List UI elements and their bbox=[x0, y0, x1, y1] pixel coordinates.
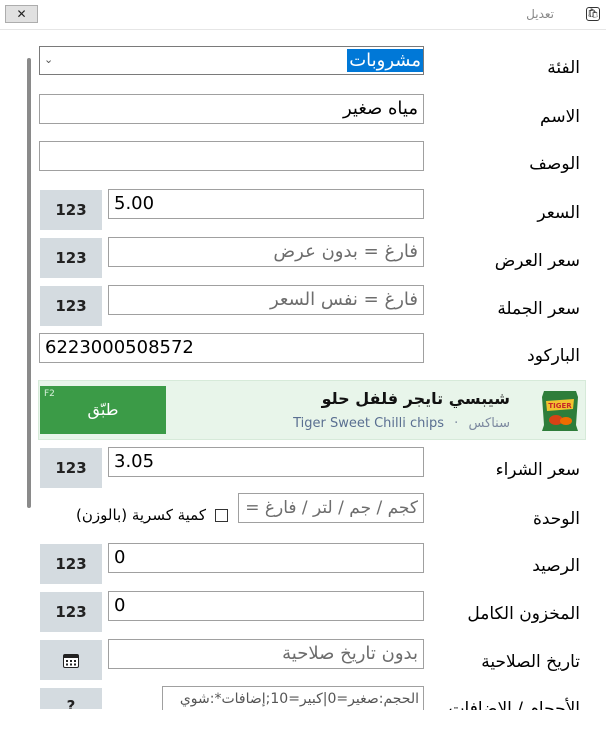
name-input[interactable]: مياه صغير bbox=[39, 94, 424, 124]
scrollbar-thumb[interactable] bbox=[27, 58, 31, 508]
price-input[interactable]: 5.00 bbox=[108, 189, 424, 219]
unit-label: الوحدة bbox=[532, 509, 580, 529]
category-label: الفئة bbox=[547, 58, 580, 78]
full-stock-label: المخزون الكامل bbox=[467, 604, 580, 624]
balance-label: الرصيد bbox=[532, 556, 580, 576]
wholesale-price-input[interactable]: فارغ = نفس السعر bbox=[108, 285, 424, 315]
product-brand-text: TIGER bbox=[548, 402, 572, 410]
barcode-label: الباركود bbox=[527, 346, 580, 366]
suggested-product-name-en: Tiger Sweet Chilli chips bbox=[293, 416, 445, 431]
suggested-product-category: سناكس bbox=[468, 416, 510, 431]
close-button[interactable]: ✕ bbox=[5, 5, 38, 23]
price-numpad-button[interactable]: 123 bbox=[40, 190, 102, 230]
unit-input[interactable]: كجم / جم / لتر / فارغ = bbox=[238, 493, 424, 523]
description-label: الوصف bbox=[529, 154, 580, 174]
product-image: TIGER bbox=[536, 387, 584, 435]
suggested-product-details: سناكس · Tiger Sweet Chilli chips bbox=[293, 416, 510, 431]
apply-suggestion-button[interactable]: طبّق bbox=[40, 386, 166, 434]
expiry-input[interactable]: بدون تاريخ صلاحية bbox=[108, 639, 424, 669]
balance-numpad-button[interactable]: 123 bbox=[40, 544, 102, 584]
fractional-quantity-checkbox[interactable] bbox=[215, 509, 228, 522]
bag-icon: 🛍 bbox=[586, 7, 600, 21]
chevron-down-icon[interactable]: ⌄ bbox=[44, 53, 53, 66]
balance-input[interactable]: 0 bbox=[108, 543, 424, 573]
fractional-quantity-label: كمية كسرية (بالوزن) bbox=[76, 506, 206, 524]
window-title: تعديل bbox=[526, 7, 554, 21]
offer-price-input[interactable]: فارغ = بدون عرض bbox=[108, 237, 424, 267]
options-help-button[interactable]: ? bbox=[40, 688, 102, 709]
shortcut-badge: F2 bbox=[44, 389, 55, 399]
offer-price-label: سعر العرض bbox=[494, 251, 580, 271]
wholesale-price-label: سعر الجملة bbox=[497, 299, 580, 319]
expiry-label: تاريخ الصلاحية bbox=[481, 652, 580, 672]
wholesale-price-numpad-button[interactable]: 123 bbox=[40, 286, 102, 326]
name-label: الاسم bbox=[540, 107, 580, 127]
expiry-calendar-button[interactable] bbox=[40, 640, 102, 680]
description-input[interactable] bbox=[39, 141, 424, 171]
barcode-input[interactable]: 6223000508572 bbox=[39, 333, 424, 363]
price-label: السعر bbox=[537, 203, 580, 223]
full-stock-numpad-button[interactable]: 123 bbox=[40, 592, 102, 632]
full-stock-input[interactable]: 0 bbox=[108, 591, 424, 621]
purchase-price-label: سعر الشراء bbox=[495, 460, 580, 480]
purchase-price-numpad-button[interactable]: 123 bbox=[40, 448, 102, 488]
offer-price-numpad-button[interactable]: 123 bbox=[40, 238, 102, 278]
separator: · bbox=[454, 416, 459, 431]
calendar-icon bbox=[63, 653, 79, 668]
title-bar bbox=[0, 0, 606, 30]
category-selected-value[interactable]: مشروبات bbox=[347, 49, 423, 72]
suggested-product-name: شيبسي تايجر فلفل حلو bbox=[321, 389, 510, 408]
viewport-bottom-edge bbox=[0, 710, 606, 729]
close-icon: ✕ bbox=[16, 7, 27, 21]
purchase-price-input[interactable]: 3.05 bbox=[108, 447, 424, 477]
